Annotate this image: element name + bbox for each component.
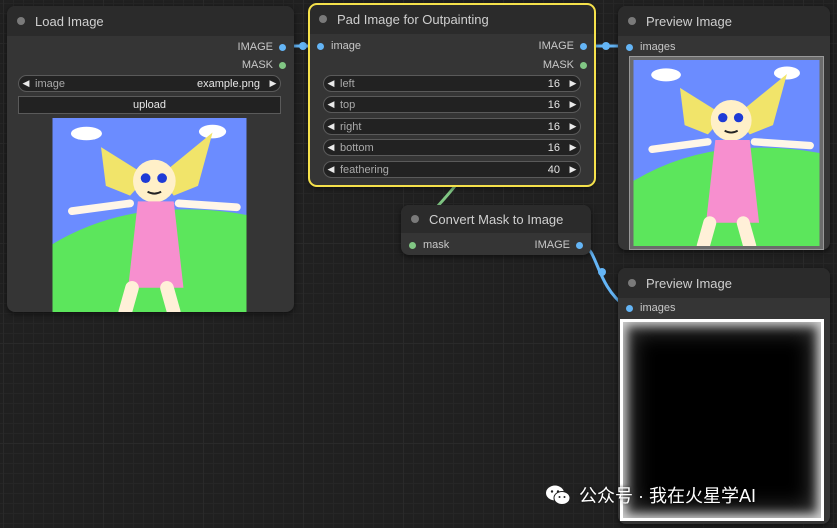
output-image-slot[interactable]: IMAGE xyxy=(535,238,583,252)
output-image-slot[interactable]: IMAGE xyxy=(238,40,286,54)
left-arrow-icon[interactable]: ◀ xyxy=(19,78,33,89)
image-output-dot-icon[interactable] xyxy=(279,43,286,51)
widget-value: 16 xyxy=(547,141,560,154)
input-image-slot[interactable]: image xyxy=(317,39,361,53)
image-output-dot-icon[interactable] xyxy=(576,241,583,249)
right-arrow-icon[interactable]: ▶ xyxy=(266,78,280,89)
feathering-number-widget[interactable]: ◀ feathering 40 ▶ xyxy=(323,161,581,178)
widget-value: 16 xyxy=(547,120,560,133)
collapse-dot-icon[interactable] xyxy=(628,17,636,25)
input-images-slot[interactable]: images xyxy=(626,40,675,54)
mask-output-dot-icon[interactable] xyxy=(580,61,587,69)
slot-label: IMAGE xyxy=(534,239,570,251)
input-images-slot[interactable]: images xyxy=(626,301,675,315)
mask-input-dot-icon[interactable] xyxy=(409,241,416,249)
widget-label: left xyxy=(340,77,355,90)
graph-canvas[interactable]: Load Image IMAGE MASK ◀ image example.pn… xyxy=(0,0,837,528)
top-number-widget[interactable]: ◀ top 16 ▶ xyxy=(323,96,581,113)
widget-value: 40 xyxy=(547,163,560,176)
node-title-bar[interactable]: Preview Image xyxy=(618,268,830,298)
decrement-arrow-icon[interactable]: ◀ xyxy=(324,78,338,89)
input-mask-slot[interactable]: mask xyxy=(409,238,449,252)
mask-output-dot-icon[interactable] xyxy=(279,61,286,69)
image-select-combo[interactable]: ◀ image example.png ▶ xyxy=(18,75,281,92)
node-title-bar[interactable]: Preview Image xyxy=(618,6,830,36)
increment-arrow-icon[interactable]: ▶ xyxy=(566,164,580,175)
node-title-bar[interactable]: Load Image xyxy=(7,6,294,36)
decrement-arrow-icon[interactable]: ◀ xyxy=(324,164,338,175)
slot-label: MASK xyxy=(241,59,273,71)
collapse-dot-icon[interactable] xyxy=(17,17,25,25)
collapse-dot-icon[interactable] xyxy=(411,215,419,223)
link-midpoint[interactable] xyxy=(602,42,610,50)
preview-frame xyxy=(629,56,824,250)
increment-arrow-icon[interactable]: ▶ xyxy=(566,121,580,132)
slot-label: images xyxy=(640,41,676,53)
node-title: Pad Image for Outpainting xyxy=(337,11,489,27)
output-image-slot[interactable]: IMAGE xyxy=(539,39,587,53)
slot-label: images xyxy=(640,302,676,314)
widget-label: right xyxy=(340,120,362,133)
wechat-icon xyxy=(546,485,571,505)
decrement-arrow-icon[interactable]: ◀ xyxy=(324,121,338,132)
image-input-dot-icon[interactable] xyxy=(626,304,633,312)
preview-image-node-1[interactable]: Preview Image images xyxy=(618,6,830,250)
padded-image-preview xyxy=(633,60,820,246)
widget-value: 16 xyxy=(547,77,560,90)
widget-label: top xyxy=(340,98,356,111)
image-input-dot-icon[interactable] xyxy=(626,43,633,51)
slot-label: image xyxy=(331,40,361,52)
node-title: Load Image xyxy=(35,13,104,29)
node-title: Preview Image xyxy=(646,275,732,291)
link-midpoint[interactable] xyxy=(299,42,307,50)
slot-label: MASK xyxy=(542,59,574,71)
widget-label: feathering xyxy=(340,163,389,176)
image-output-dot-icon[interactable] xyxy=(580,42,587,50)
upload-button[interactable]: upload xyxy=(18,96,281,114)
load-image-node[interactable]: Load Image IMAGE MASK ◀ image example.pn… xyxy=(7,6,294,312)
loaded-image-preview xyxy=(52,118,247,312)
node-title: Preview Image xyxy=(646,13,732,29)
collapse-dot-icon[interactable] xyxy=(628,279,636,287)
increment-arrow-icon[interactable]: ▶ xyxy=(566,142,580,153)
output-mask-slot[interactable]: MASK xyxy=(543,58,587,72)
increment-arrow-icon[interactable]: ▶ xyxy=(566,78,580,89)
watermark: 公众号 · 我在火星学AI xyxy=(545,482,756,508)
node-title: Convert Mask to Image xyxy=(429,211,564,227)
widget-label: image xyxy=(35,77,65,90)
slot-label: mask xyxy=(423,239,450,251)
slot-label: IMAGE xyxy=(237,41,273,53)
pad-image-node[interactable]: Pad Image for Outpainting image IMAGE MA… xyxy=(308,3,596,187)
widget-value: 16 xyxy=(547,98,560,111)
increment-arrow-icon[interactable]: ▶ xyxy=(566,99,580,110)
node-title-bar[interactable]: Convert Mask to Image xyxy=(401,205,591,233)
widget-value: example.png xyxy=(197,77,260,90)
output-mask-slot[interactable]: MASK xyxy=(242,58,286,72)
left-number-widget[interactable]: ◀ left 16 ▶ xyxy=(323,75,581,92)
slot-label: IMAGE xyxy=(538,40,574,52)
widget-label: bottom xyxy=(340,141,374,154)
link-midpoint[interactable] xyxy=(598,268,606,276)
image-input-dot-icon[interactable] xyxy=(317,42,324,50)
right-number-widget[interactable]: ◀ right 16 ▶ xyxy=(323,118,581,135)
bottom-number-widget[interactable]: ◀ bottom 16 ▶ xyxy=(323,139,581,156)
decrement-arrow-icon[interactable]: ◀ xyxy=(324,99,338,110)
convert-mask-node[interactable]: Convert Mask to Image mask IMAGE xyxy=(401,205,591,255)
collapse-dot-icon[interactable] xyxy=(319,15,327,23)
watermark-text: 公众号 · 我在火星学AI xyxy=(579,486,757,506)
decrement-arrow-icon[interactable]: ◀ xyxy=(324,142,338,153)
node-title-bar[interactable]: Pad Image for Outpainting xyxy=(309,4,595,34)
